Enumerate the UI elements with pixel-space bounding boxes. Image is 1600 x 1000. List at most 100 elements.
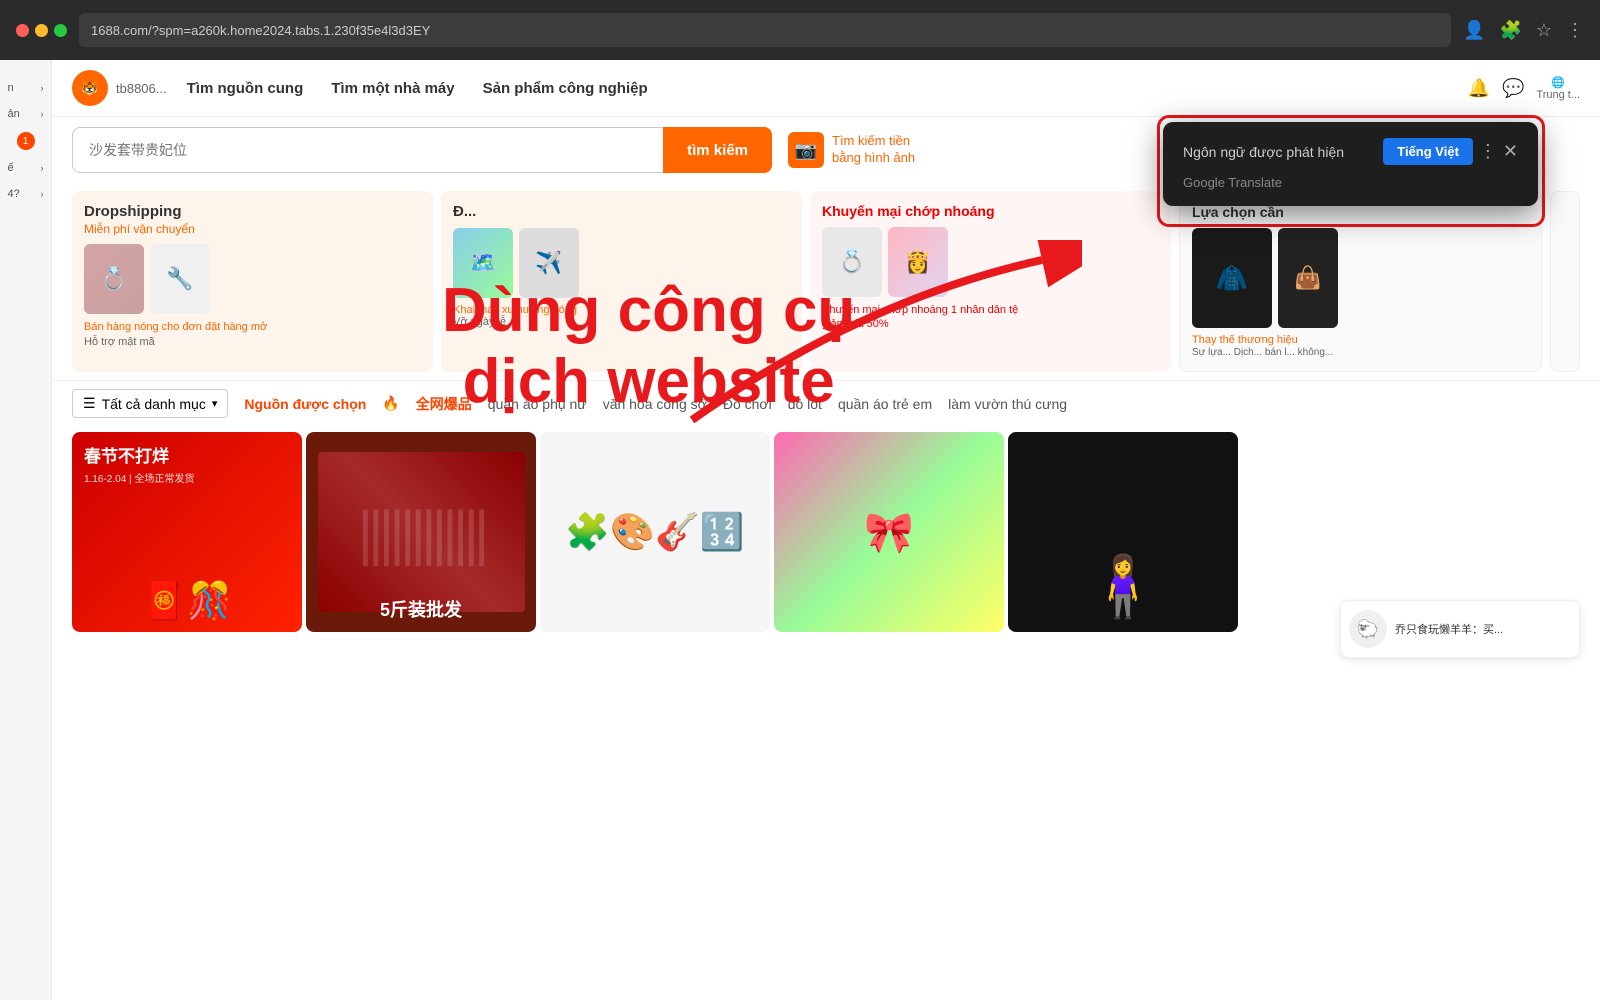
site-header: 🐯 tb8806... Tìm nguồn cung Tìm một nhà m… xyxy=(52,60,1600,117)
translate-actions: Tiếng Việt ⋮ ✕ xyxy=(1383,138,1518,165)
spring-title: 春节不打烊 xyxy=(84,442,290,467)
food-label: 5斤装批发 xyxy=(380,596,462,622)
product-plane-img: ✈️ xyxy=(519,228,579,298)
promo-card-4[interactable]: Lựa chọn cần 🧥 👜 Thay thế thương hiệu Sự… xyxy=(1179,191,1542,372)
food-texture: |||||||||||| xyxy=(318,452,525,612)
product-tool-img: 🔧 xyxy=(150,244,210,314)
promo-card-2-title: Đ... xyxy=(453,203,790,220)
promo-card-3-imgs: 💍 👸 xyxy=(822,227,1159,297)
left-sidebar: n› ản› 1 ế› 4?› xyxy=(0,60,52,1000)
notification-icon[interactable]: 🔔 xyxy=(1468,78,1490,99)
promo-card-1-subtitle: Miễn phí vận chuyển xyxy=(84,222,421,236)
product-ring-img: 💍 xyxy=(84,244,144,314)
spring-card-bg: 春节不打烊 1.16-2.04 | 全场正常发货 🧧🎊 xyxy=(72,432,302,632)
browser-dots xyxy=(16,24,67,37)
translate-popup: Ngôn ngữ được phát hiện Tiếng Việt ⋮ ✕ G… xyxy=(1163,122,1538,206)
main-nav: Tìm nguồn cung Tìm một nhà máy Sản phẩm … xyxy=(187,80,648,97)
nav-item-2[interactable]: Tìm một nhà máy xyxy=(331,80,454,97)
fire-label: 🔥 xyxy=(382,395,399,412)
chevron-icon-3: › xyxy=(41,163,44,173)
product-jacket-img: 🧥 xyxy=(1192,228,1272,328)
cat-item-1[interactable]: quần áo phụ nữ xyxy=(488,396,587,412)
url-text: 1688.com/?spm=a260k.home2024.tabs.1.230f… xyxy=(91,23,430,38)
maximize-dot[interactable] xyxy=(54,24,67,37)
translate-more-icon[interactable]: ⋮ xyxy=(1479,141,1497,162)
translate-source-label: Google Translate xyxy=(1183,175,1518,190)
site-logo-icon: 🐯 xyxy=(72,70,108,106)
translate-icon-header: 🌐 xyxy=(1551,76,1565,89)
address-bar[interactable]: 1688.com/?spm=a260k.home2024.tabs.1.230f… xyxy=(79,13,1451,47)
translate-detected-label: Ngôn ngữ được phát hiện xyxy=(1183,144,1344,160)
camera-icon: 📷 xyxy=(788,132,824,168)
product-card-toys[interactable]: 🧩🎨🎸🔢 xyxy=(540,432,770,632)
fire-text[interactable]: 全网爆品 xyxy=(416,394,472,414)
promo-card-2-imgs: 🗺️ ✈️ xyxy=(453,228,790,298)
product-card-food[interactable]: |||||||||||| 5斤装批发 xyxy=(306,432,536,632)
promo-card-1-desc2: Hỗ trợ mật mã xyxy=(84,335,421,350)
featured-label[interactable]: Nguồn được chọn xyxy=(244,396,366,412)
product-card-fashion[interactable]: 🧍‍♀️ JCC Z xyxy=(1008,432,1238,632)
product-card-spring[interactable]: 春节不打烊 1.16-2.04 | 全场正常发货 🧧🎊 xyxy=(72,432,302,632)
chevron-icon-2: › xyxy=(41,109,44,119)
sidebar-item-4[interactable]: 4?› xyxy=(4,182,48,206)
extensions-icon[interactable]: 🧩 xyxy=(1499,20,1521,41)
profile-icon[interactable]: 👤 xyxy=(1463,20,1485,41)
floating-card[interactable]: 🐑 乔只食玩懒羊羊：买... xyxy=(1340,600,1580,658)
promo-card-3-title: Khuyến mại chớp nhoáng xyxy=(822,203,1159,219)
help-icon[interactable]: 💬 xyxy=(1502,78,1524,99)
promo-card-4-imgs: 🧥 👜 xyxy=(1192,228,1529,328)
page-content: n› ản› 1 ế› 4?› 🐯 tb8806... Tìm nguồn cu… xyxy=(0,60,1600,1000)
accessories-card-bg: 🎀 xyxy=(774,432,1004,632)
spring-figurines: 🧧🎊 xyxy=(142,580,232,622)
image-search-text: Tìm kiếm tiền bằng hình ảnh xyxy=(832,133,932,167)
logo-area: 🐯 tb8806... xyxy=(72,70,167,106)
promo-card-2[interactable]: Đ... 🗺️ ✈️ Khai thác xu hướng nóng Vỡ ng… xyxy=(441,191,802,372)
logo-text: tb8806... xyxy=(116,81,167,96)
menu-bars-icon: ☰ xyxy=(83,395,96,412)
promo-card-3-desc1: Khuyến mại chớp nhoáng 1 nhân dân tệ xyxy=(822,303,1159,318)
menu-icon[interactable]: ⋮ xyxy=(1566,20,1584,41)
trung-ta-area: 🌐 Trung t... xyxy=(1536,76,1580,101)
floating-text: 乔只食玩懒羊羊：买... xyxy=(1395,621,1503,637)
all-categories-btn[interactable]: ☰ Tất cả danh mục ▾ xyxy=(72,389,228,418)
all-categories-label: Tất cả danh mục xyxy=(102,396,206,412)
browser-chrome: 1688.com/?spm=a260k.home2024.tabs.1.230f… xyxy=(0,0,1600,60)
cat-item-3[interactable]: Đồ chơi xyxy=(723,396,772,412)
product-anime-img: 👸 xyxy=(888,227,948,297)
fashion-figure: 🧍‍♀️ xyxy=(1086,551,1161,622)
translate-close-icon[interactable]: ✕ xyxy=(1503,141,1518,162)
cat-item-5[interactable]: quần áo trẻ em xyxy=(838,396,932,412)
promo-card-1[interactable]: Dropshipping Miễn phí vận chuyển 💍 🔧 Bán… xyxy=(72,191,433,372)
cat-item-6[interactable]: làm vườn thú cưng xyxy=(948,396,1067,412)
main-area: 🐯 tb8806... Tìm nguồn cung Tìm một nhà m… xyxy=(52,60,1600,1000)
promo-card-1-desc1: Bán hàng nóng cho đơn đặt hàng mở xyxy=(84,320,421,335)
promo-section: Dropshipping Miễn phí vận chuyển 💍 🔧 Bán… xyxy=(52,183,1600,380)
promo-card-5[interactable] xyxy=(1550,191,1580,372)
floating-avatar: 🐑 xyxy=(1349,610,1387,648)
chevron-icon-1: › xyxy=(41,83,44,93)
nav-item-1[interactable]: Tìm nguồn cung xyxy=(187,80,304,97)
bookmark-icon[interactable]: ☆ xyxy=(1536,20,1552,41)
minimize-dot[interactable] xyxy=(35,24,48,37)
cat-item-2[interactable]: văn hóa công sở xyxy=(603,396,707,412)
cat-item-4[interactable]: đồ lót xyxy=(788,396,822,412)
sidebar-item-1[interactable]: n› xyxy=(4,76,48,100)
promo-card-2-desc2: Vỡ ngày lễ xyxy=(453,316,790,328)
promo-card-4-desc2: Sự lựa... Dịch... bán l... không... xyxy=(1192,346,1529,359)
promo-card-2-desc1: Khai thác xu hướng nóng xyxy=(453,304,790,316)
promo-card-3[interactable]: Khuyến mại chớp nhoáng 💍 👸 Khuyến mại ch… xyxy=(810,191,1171,372)
svg-text:🐯: 🐯 xyxy=(82,80,98,96)
chevron-down-icon: ▾ xyxy=(212,397,218,410)
translate-language-button[interactable]: Tiếng Việt xyxy=(1383,138,1473,165)
sidebar-item-2[interactable]: ản› xyxy=(4,102,48,126)
nav-item-3[interactable]: Sản phẩm công nghiệp xyxy=(483,80,648,97)
search-button[interactable]: tìm kiếm xyxy=(663,127,772,173)
sidebar-item-3[interactable]: ế› xyxy=(4,156,48,180)
fashion-card-bg: 🧍‍♀️ JCC Z xyxy=(1008,432,1238,632)
product-card-accessories[interactable]: 🎀 xyxy=(774,432,1004,632)
promo-card-3-desc2: giảm giá 50% xyxy=(822,318,1159,330)
header-right: 🔔 💬 🌐 Trung t... xyxy=(1468,76,1580,101)
product-ring2-img: 💍 xyxy=(822,227,882,297)
close-dot[interactable] xyxy=(16,24,29,37)
image-search-area[interactable]: 📷 Tìm kiếm tiền bằng hình ảnh xyxy=(788,132,932,168)
